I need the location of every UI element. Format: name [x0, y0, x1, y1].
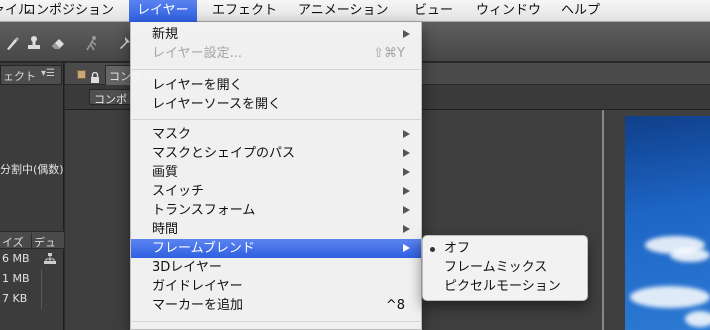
- layer-menu-dropdown: 新規 レイヤー設定... ⇧⌘Y レイヤーを開く レイヤーソースを開く マスク …: [130, 22, 422, 330]
- brush-tool-icon[interactable]: [4, 35, 20, 51]
- composition-color-icon: [77, 70, 86, 79]
- field-info-text: 分割中(偶数): [0, 163, 64, 176]
- eraser-tool-icon[interactable]: [50, 35, 66, 51]
- submenu-arrow-icon: [403, 30, 410, 38]
- submenu-arrow-icon: [403, 130, 410, 138]
- clone-stamp-tool-icon[interactable]: [26, 35, 42, 51]
- panel-tab[interactable]: ェクト ▾☰: [0, 65, 62, 85]
- menu-item-add-marker[interactable]: マーカーを追加 ^8: [131, 296, 421, 315]
- menu-item-open-layer[interactable]: レイヤーを開く: [131, 76, 421, 95]
- menu-view[interactable]: ビュー: [406, 0, 461, 22]
- menu-effect[interactable]: エフェクト: [204, 0, 285, 22]
- column-divider[interactable]: [31, 233, 32, 248]
- file-size: 1 MB: [2, 272, 30, 285]
- frame-blend-submenu: オフ フレームミックス ピクセルモーション: [422, 235, 588, 301]
- submenu-arrow-icon: [403, 206, 410, 214]
- menu-item-frame-blend[interactable]: フレームブレンド: [131, 239, 421, 258]
- menu-item-switches[interactable]: スイッチ: [131, 182, 421, 201]
- list-item[interactable]: 1 MB: [0, 269, 64, 289]
- menu-separator: [132, 321, 421, 322]
- panel-menu-icon[interactable]: ▾☰: [41, 68, 55, 79]
- tree-line: [41, 269, 42, 289]
- composition-name-label: コンポ: [94, 93, 127, 106]
- cloud-shape: [630, 286, 710, 308]
- file-size: 7 KB: [2, 292, 28, 305]
- sky-footage-image: [625, 116, 710, 330]
- menu-item-new[interactable]: 新規: [131, 25, 421, 44]
- file-size: 6 MB: [2, 252, 30, 265]
- cloud-shape: [685, 311, 710, 327]
- submenu-item-pixel-motion[interactable]: ピクセルモーション: [423, 277, 587, 296]
- viewer-divider: [602, 110, 604, 330]
- list-item[interactable]: 6 MB: [0, 249, 64, 269]
- hierarchy-icon: [44, 253, 56, 265]
- menu-bar: ァイル コンポジション レイヤー エフェクト アニメーション ビュー ウィンドウ…: [0, 0, 710, 22]
- submenu-arrow-icon: [403, 225, 410, 233]
- menu-item-open-layer-source[interactable]: レイヤーソースを開く: [131, 95, 421, 114]
- effect-controls-panel: ェクト ▾☰ 分割中(偶数) イズ デュ 6 MB 1 MB 7 KB: [0, 63, 64, 330]
- puppet-pin-tool-icon[interactable]: [84, 35, 100, 51]
- menu-item-transform[interactable]: トランスフォーム: [131, 201, 421, 220]
- project-column-header: イズ デュ: [0, 231, 64, 249]
- panel-tab-label: ェクト: [3, 70, 36, 83]
- submenu-arrow-icon: [403, 187, 410, 195]
- lock-icon[interactable]: [90, 68, 100, 83]
- menu-item-quality[interactable]: 画質: [131, 163, 421, 182]
- menu-layer[interactable]: レイヤー: [129, 0, 197, 22]
- cloud-shape: [670, 248, 710, 262]
- submenu-arrow-icon: [403, 149, 410, 157]
- checked-bullet-icon: [430, 247, 435, 252]
- menu-item-layer-settings[interactable]: レイヤー設定... ⇧⌘Y: [131, 44, 421, 63]
- shortcut-label: ⇧⌘Y: [373, 46, 405, 61]
- menu-separator: [132, 69, 421, 70]
- menu-separator: [132, 119, 421, 120]
- menu-item-3d-layer[interactable]: 3Dレイヤー: [131, 258, 421, 277]
- tree-line: [41, 289, 42, 309]
- menu-item-guide-layer[interactable]: ガイドレイヤー: [131, 277, 421, 296]
- menu-item-mask-shape-path[interactable]: マスクとシェイプのパス: [131, 144, 421, 163]
- shortcut-label: ^8: [385, 298, 405, 313]
- submenu-arrow-icon: [403, 244, 410, 252]
- menu-help[interactable]: ヘルプ: [553, 0, 608, 22]
- column-duration-header[interactable]: デュ: [34, 234, 56, 250]
- submenu-item-frame-mix[interactable]: フレームミックス: [423, 258, 587, 277]
- menu-window[interactable]: ウィンドウ: [468, 0, 549, 22]
- menu-item-mask[interactable]: マスク: [131, 125, 421, 144]
- menu-item-time[interactable]: 時間: [131, 220, 421, 239]
- column-size-header[interactable]: イズ: [2, 234, 24, 250]
- submenu-item-off[interactable]: オフ: [423, 239, 587, 258]
- submenu-arrow-icon: [403, 168, 410, 176]
- list-item[interactable]: 7 KB: [0, 289, 64, 309]
- menu-animation[interactable]: アニメーション: [290, 0, 396, 22]
- menu-composition[interactable]: コンポジション: [15, 0, 122, 22]
